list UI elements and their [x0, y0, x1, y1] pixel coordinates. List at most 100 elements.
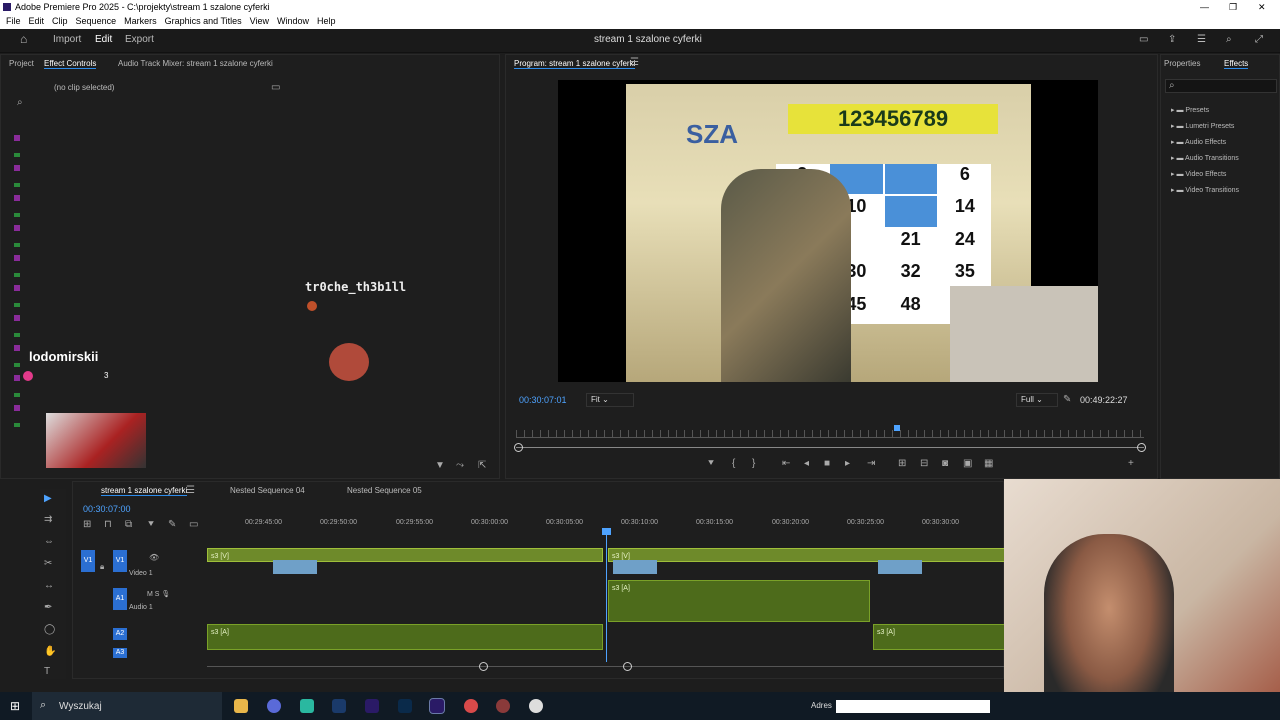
effects-item-video-effects[interactable]: ▸ ▬ Video Effects [1171, 167, 1239, 183]
v1-track-target[interactable]: V1 [113, 550, 127, 572]
zoom-handle-left[interactable] [514, 443, 523, 452]
minimize-icon[interactable]: — [1200, 0, 1209, 14]
camera-icon[interactable]: ◙ [942, 459, 948, 469]
photoshop-icon[interactable] [398, 699, 412, 713]
menu-window[interactable]: Window [277, 16, 309, 26]
menu-file[interactable]: File [6, 16, 21, 26]
timeline-timecode[interactable]: 00:30:07:00 [83, 504, 131, 514]
timeline-playhead[interactable] [606, 528, 607, 662]
lift-icon[interactable]: ⊞ [898, 459, 906, 469]
zoom-icon[interactable]: ⌕ [1226, 34, 1232, 45]
taskbar-search[interactable]: ⌕ Wyszukaj [32, 692, 222, 720]
fullscreen-icon[interactable]: ⤢ [1255, 34, 1263, 45]
step-back-icon[interactable]: ◂ [804, 459, 809, 469]
export-frame-icon[interactable]: ⤳ [456, 461, 464, 471]
sequence-menu-icon[interactable]: ☰ [186, 486, 195, 496]
effects-item-presets[interactable]: ▸ ▬ Presets [1171, 103, 1239, 119]
menu-view[interactable]: View [250, 16, 269, 26]
maximize-icon[interactable]: ❐ [1229, 0, 1237, 14]
tab-audio-mixer[interactable]: Audio Track Mixer: stream 1 szalone cyfe… [118, 59, 273, 68]
premiere-icon[interactable] [429, 698, 445, 714]
marker-icon[interactable]: ⯆ [707, 459, 715, 469]
address-input[interactable] [836, 700, 990, 713]
linked-selection-icon[interactable]: ⧉ [125, 520, 132, 530]
home-icon[interactable]: ⌂ [20, 32, 27, 46]
fit-dropdown[interactable]: Fit ⌄ [586, 393, 634, 407]
ripple-edit-icon[interactable]: ⇔ [44, 537, 54, 547]
tab-properties[interactable]: Properties [1164, 59, 1200, 68]
audio-clip[interactable]: s3 [A] [873, 624, 1005, 650]
panel-menu-icon[interactable]: ▭ [271, 83, 280, 93]
tab-project[interactable]: Project [9, 59, 34, 68]
hand-icon[interactable]: ✋ [44, 647, 56, 657]
menu-icon[interactable]: ☰ [1197, 34, 1206, 45]
import-tab[interactable]: Import [53, 34, 81, 45]
tab-nested-05[interactable]: Nested Sequence 05 [347, 486, 422, 495]
discord-icon[interactable] [267, 699, 281, 713]
playhead-timecode[interactable]: 00:30:07:01 [519, 395, 567, 405]
shape-icon[interactable]: ◯ [44, 625, 55, 635]
steam-icon[interactable] [332, 699, 346, 713]
menu-edit[interactable]: Edit [29, 16, 45, 26]
v1-source-toggle[interactable]: V1 [81, 550, 95, 572]
razor-icon[interactable]: ✂ [44, 559, 52, 569]
menu-help[interactable]: Help [317, 16, 336, 26]
step-forward-icon[interactable]: ▸ [845, 459, 850, 469]
slip-icon[interactable]: ↔ [44, 581, 54, 591]
zoom-handle-right[interactable] [1137, 443, 1146, 452]
explorer-icon[interactable] [234, 699, 248, 713]
share-icon[interactable]: ⇪ [1168, 34, 1176, 45]
effects-search-input[interactable]: ⌕ [1165, 79, 1277, 93]
monitor-ruler[interactable] [516, 430, 1144, 438]
audio-clip[interactable]: s3 [A] [207, 624, 603, 650]
menu-graphics[interactable]: Graphics and Titles [165, 16, 242, 26]
menu-clip[interactable]: Clip [52, 16, 68, 26]
tab-sequence[interactable]: stream 1 szalone cyferki [101, 486, 188, 496]
tab-effects[interactable]: Effects [1224, 59, 1249, 69]
settings-wrench-icon[interactable]: ✎ [168, 520, 176, 530]
effects-item-audio-transitions[interactable]: ▸ ▬ Audio Transitions [1171, 151, 1239, 167]
obs-icon[interactable] [496, 699, 510, 713]
snap-icon[interactable]: ⊓ [104, 520, 112, 530]
type-icon[interactable]: T [44, 667, 50, 677]
stop-icon[interactable]: ■ [824, 459, 830, 469]
video-clip[interactable]: s3 [V] [608, 548, 1005, 562]
captions-icon[interactable]: ▭ [189, 520, 198, 530]
extract-icon[interactable]: ⊟ [920, 459, 928, 469]
start-icon[interactable]: ⊞ [10, 699, 20, 713]
nest-icon[interactable]: ⊞ [83, 520, 91, 530]
close-icon[interactable]: ✕ [1258, 0, 1266, 14]
workspace-icon[interactable]: ▭ [1139, 34, 1148, 45]
selection-tool-icon[interactable]: ▶ [44, 494, 52, 504]
quality-dropdown[interactable]: Full ⌄ [1016, 393, 1058, 407]
app-icon[interactable] [529, 699, 543, 713]
export-tab[interactable]: Export [125, 34, 154, 45]
eye-icon[interactable]: 👁︎ [149, 553, 159, 563]
tab-nested-04[interactable]: Nested Sequence 04 [230, 486, 305, 495]
menu-sequence[interactable]: Sequence [76, 16, 117, 26]
add-marker-icon[interactable]: ⯆ [147, 520, 155, 530]
audio-clip[interactable]: s3 [A] [608, 580, 870, 622]
wrench-icon[interactable]: ✎ [1063, 395, 1071, 405]
compare-icon[interactable]: ▣ [963, 459, 972, 469]
effects-item-audio-effects[interactable]: ▸ ▬ Audio Effects [1171, 135, 1239, 151]
mark-in-icon[interactable]: { [732, 459, 735, 469]
a3-track-target[interactable]: A3 [113, 648, 127, 658]
monitor-playhead[interactable] [894, 425, 900, 431]
add-button-icon[interactable]: + [1128, 459, 1134, 469]
effects-item-video-transitions[interactable]: ▸ ▬ Video Transitions [1171, 183, 1239, 199]
zoom-bar[interactable] [516, 447, 1144, 448]
menu-markers[interactable]: Markers [124, 16, 157, 26]
search-icon[interactable]: ⌕ [17, 98, 23, 108]
app-icon[interactable] [464, 699, 478, 713]
go-to-out-icon[interactable]: ⇥ [867, 459, 875, 469]
after-effects-icon[interactable] [365, 699, 379, 713]
lock-icon[interactable]: 🔒︎ [100, 562, 104, 572]
track-select-icon[interactable]: ⇉ [44, 515, 52, 525]
app-icon[interactable] [300, 699, 314, 713]
share-panel-icon[interactable]: ⇱ [478, 461, 486, 471]
a1-track-target[interactable]: A1 [113, 588, 127, 610]
scroll-handle-right[interactable] [623, 662, 632, 671]
effects-item-lumetri[interactable]: ▸ ▬ Lumetri Presets [1171, 119, 1239, 135]
go-to-in-icon[interactable]: ⇤ [782, 459, 790, 469]
